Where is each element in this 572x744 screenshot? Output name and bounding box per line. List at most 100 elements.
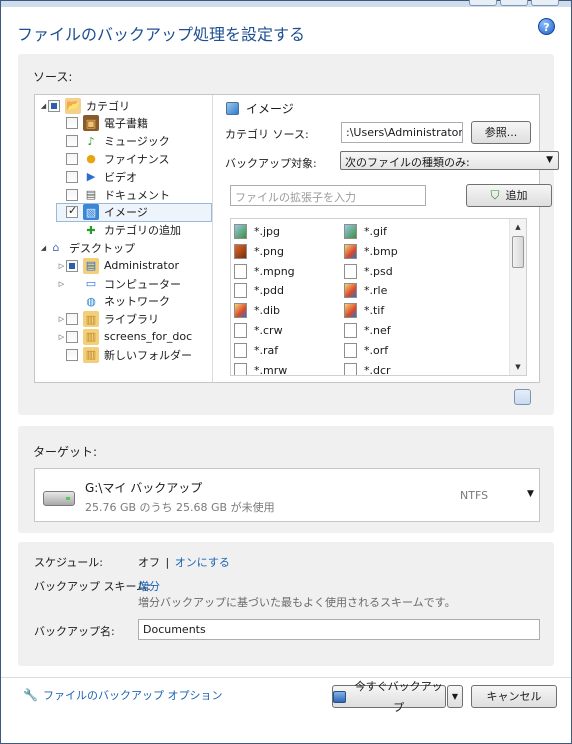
backup-options-label: ファイルのバックアップ オプション xyxy=(43,689,223,702)
scroll-thumb[interactable] xyxy=(512,236,524,268)
collapsed-triangle-icon[interactable]: ▷ xyxy=(57,262,66,270)
extension-item[interactable]: *.gif xyxy=(344,223,387,240)
add-extension-button[interactable]: ⛉ 追加 xyxy=(466,184,552,207)
tree-item-label: カテゴリ xyxy=(86,99,130,113)
category-source-label: カテゴリ ソース: xyxy=(225,128,309,141)
tree-checkbox[interactable] xyxy=(66,135,78,148)
chevron-down-icon[interactable]: ▼ xyxy=(527,489,534,499)
scroll-up-icon[interactable]: ▲ xyxy=(510,219,526,235)
extension-item[interactable]: *.crw xyxy=(234,322,283,339)
panel-toggle-button[interactable] xyxy=(514,389,531,405)
backup-now-dropdown[interactable]: ▼ xyxy=(447,685,463,708)
file-icon xyxy=(234,263,247,279)
category-source-input[interactable]: :\Users\Administrator xyxy=(341,122,463,143)
schedule-status: オフ xyxy=(138,556,160,569)
finance-icon: ● xyxy=(83,150,99,167)
browse-button[interactable]: 参照... xyxy=(471,121,531,144)
backup-now-button[interactable]: 今すぐバックアップ xyxy=(332,680,446,714)
file-icon xyxy=(344,263,357,279)
extension-label: *.png xyxy=(254,244,284,258)
extension-item[interactable]: *.mrw xyxy=(234,362,288,376)
category-icon: 📂 xyxy=(65,97,81,114)
cancel-button[interactable]: キャンセル xyxy=(471,685,557,708)
collapsed-triangle-icon[interactable]: ▷ xyxy=(57,280,66,288)
backup-target-select[interactable]: 次のファイルの種類のみ: ▼ xyxy=(340,151,559,170)
collapsed-triangle-icon[interactable]: ▷ xyxy=(57,333,66,341)
extension-item[interactable]: *.raf xyxy=(234,342,278,359)
tree-item[interactable]: ▷ ▤ Administrator xyxy=(57,257,179,274)
tree-checkbox[interactable] xyxy=(66,259,78,272)
tree-item[interactable]: ✚ カテゴリの追加 xyxy=(57,222,181,239)
tree-checkbox[interactable] xyxy=(66,170,78,183)
extension-item[interactable]: *.psd xyxy=(344,263,393,280)
extension-item[interactable]: *.orf xyxy=(344,342,388,359)
extension-item[interactable]: *.nef xyxy=(344,322,391,339)
tree-item-label: ファイナンス xyxy=(104,152,170,166)
image-file-icon xyxy=(344,224,357,239)
tree-checkbox[interactable] xyxy=(66,348,78,361)
tree-item[interactable]: ▧ イメージ xyxy=(56,202,212,222)
help-icon[interactable]: ? xyxy=(538,18,555,35)
image-file-icon xyxy=(234,303,247,319)
tree-checkbox[interactable] xyxy=(48,99,60,112)
ebook-icon: ▣ xyxy=(83,115,99,132)
tree-item[interactable]: ◢ ⌂ デスクトップ xyxy=(39,239,135,256)
backup-target-label: バックアップ対象: xyxy=(225,157,317,170)
minimize-button[interactable] xyxy=(469,0,497,6)
extension-item[interactable]: *.tif xyxy=(344,302,384,319)
tree-item[interactable]: ♪ ミュージック xyxy=(57,133,170,150)
tree-checkbox[interactable] xyxy=(66,204,78,219)
schedule-label: スケジュール: xyxy=(34,556,103,569)
tree-checkbox[interactable] xyxy=(66,313,78,326)
target-selector[interactable]: G:\マイ バックアップ 25.76 GB のうち 25.68 GB が未使用 … xyxy=(34,468,540,522)
backup-icon xyxy=(333,690,347,703)
tree-checkbox[interactable] xyxy=(66,188,78,201)
network-icon: ◍ xyxy=(83,293,99,310)
tree-checkbox[interactable] xyxy=(66,330,78,343)
tree-item[interactable]: ▣ 電子書籍 xyxy=(57,115,148,132)
close-button[interactable] xyxy=(531,0,559,6)
extension-item[interactable]: *.png xyxy=(234,243,284,260)
image-icon xyxy=(226,102,239,115)
extension-list-scrollbar[interactable]: ▲ ▼ xyxy=(509,219,526,375)
extension-item[interactable]: *.bmp xyxy=(344,243,398,260)
extension-item[interactable]: *.mpng xyxy=(234,263,295,280)
tree-checkbox[interactable] xyxy=(66,152,78,165)
extension-item[interactable]: *.rle xyxy=(344,282,387,299)
tree-item[interactable]: ▷ ▥ ライブラリ xyxy=(57,311,159,328)
backup-options-link[interactable]: 🔧 ファイルのバックアップ オプション xyxy=(23,687,223,703)
image-file-icon xyxy=(344,283,357,299)
image-file-icon xyxy=(234,224,247,239)
extension-label: *.mrw xyxy=(254,363,288,376)
extension-input[interactable]: ファイルの拡張子を入力 xyxy=(230,185,426,206)
tree-item[interactable]: ● ファイナンス xyxy=(57,150,170,167)
library-icon: ▥ xyxy=(83,311,99,328)
maximize-button[interactable] xyxy=(500,0,528,6)
tree-checkbox[interactable] xyxy=(66,117,78,130)
extension-label: *.bmp xyxy=(364,244,398,258)
scheme-link[interactable]: 増分 xyxy=(138,578,160,594)
extension-label: *.crw xyxy=(254,324,283,337)
image-icon: ▧ xyxy=(83,204,99,221)
tree-item[interactable]: ▷ ▥ screens_for_doc xyxy=(57,328,192,345)
target-filesystem: NTFS xyxy=(460,489,489,502)
scroll-down-icon[interactable]: ▼ xyxy=(510,359,526,375)
tree-item[interactable]: ▶ ビデオ xyxy=(57,168,137,185)
image-file-icon xyxy=(344,243,357,259)
extension-item[interactable]: *.dcr xyxy=(344,362,391,375)
source-tree: ◢ 📂 カテゴリ ▣ 電子書籍 ♪ ミュージック ● ファイナンス ▶ ビデオ ▤ ドキュメント ▧ イメー… xyxy=(35,95,213,382)
expanded-triangle-icon[interactable]: ◢ xyxy=(39,244,48,252)
extension-item[interactable]: *.dib xyxy=(234,302,280,319)
tree-item[interactable]: ▷ ▭ コンピューター xyxy=(57,275,181,292)
tree-item[interactable]: ▥ 新しいフォルダー xyxy=(57,346,192,363)
collapsed-triangle-icon[interactable]: ▷ xyxy=(57,315,66,323)
extension-item[interactable]: *.jpg xyxy=(234,223,280,240)
tree-item[interactable]: ▤ ドキュメント xyxy=(57,186,170,203)
extension-item[interactable]: *.pdd xyxy=(234,282,284,299)
schedule-enable-link[interactable]: オンにする xyxy=(175,556,230,569)
tree-item[interactable]: ◢ 📂 カテゴリ xyxy=(39,97,130,114)
category-detail-title-text: イメージ xyxy=(246,102,294,116)
tree-item[interactable]: ◍ ネットワーク xyxy=(57,293,170,310)
expanded-triangle-icon[interactable]: ◢ xyxy=(39,102,48,110)
backup-name-input[interactable]: Documents xyxy=(138,619,540,640)
